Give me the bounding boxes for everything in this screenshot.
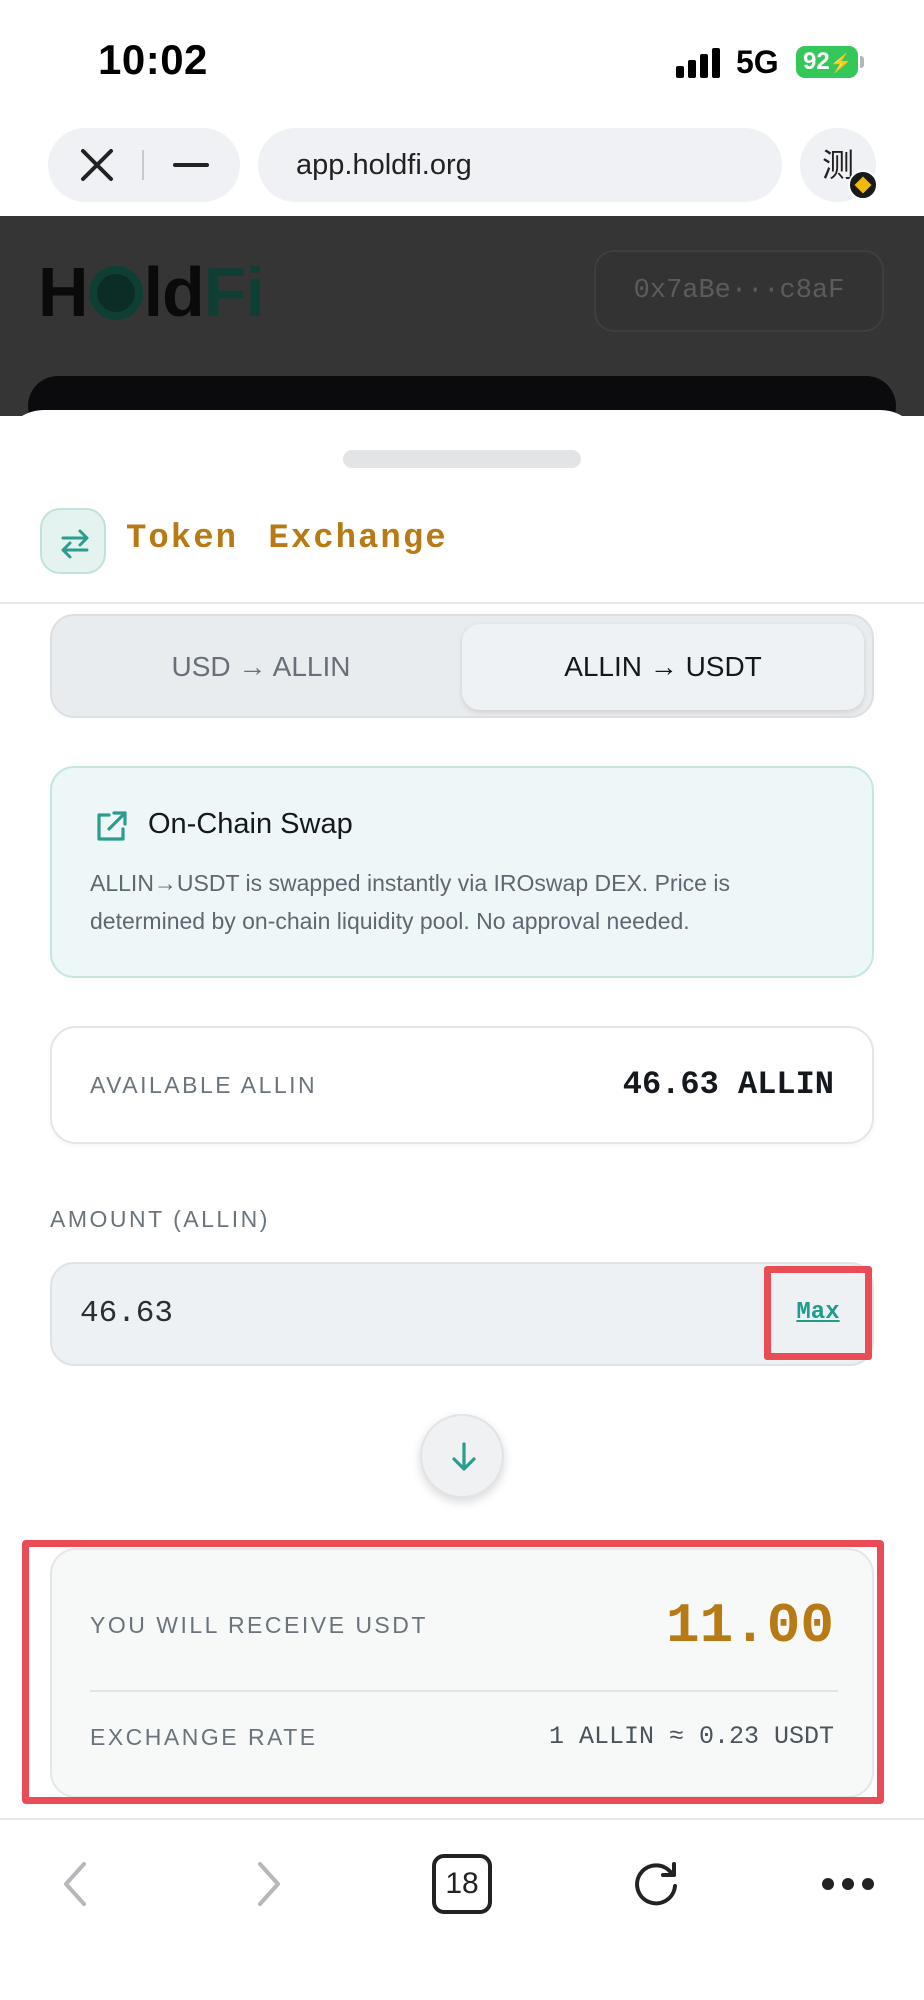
reload-icon <box>635 1862 677 1906</box>
info-title: On-Chain Swap <box>148 808 353 840</box>
sheet-header: Token Exchange <box>0 500 924 604</box>
amount-input[interactable]: 46.63 <box>50 1262 874 1366</box>
more-icon <box>822 1878 874 1890</box>
logo-fi: Fi <box>203 253 265 331</box>
back-button[interactable] <box>36 1834 116 1934</box>
available-value: 46.63 ALLIN <box>622 1066 834 1103</box>
sheet-handle[interactable] <box>343 450 581 468</box>
exchange-icon <box>40 508 106 574</box>
external-link-icon <box>97 811 127 841</box>
forward-button[interactable] <box>228 1834 308 1934</box>
browser-toolbar: 18 <box>0 1818 924 2000</box>
status-time: 10:02 <box>98 36 208 83</box>
available-balance: AVAILABLE ALLIN 46.63 ALLIN <box>50 1026 874 1144</box>
browser-bar: app.holdfi.org 测 <box>0 118 924 216</box>
close-button[interactable] <box>70 128 124 202</box>
back-icon <box>64 1862 86 1906</box>
sheet-title: Token Exchange <box>126 520 448 558</box>
arrow-down-icon <box>452 1442 476 1471</box>
available-label: AVAILABLE ALLIN <box>90 1072 318 1098</box>
network-type: 5G <box>736 44 779 80</box>
direction-tabs: USD → ALLIN ALLIN → USDT <box>50 614 874 718</box>
minimize-icon <box>173 163 209 167</box>
wallet-badge-icon <box>848 170 878 200</box>
window-controls <box>48 128 240 202</box>
url-bar[interactable]: app.holdfi.org <box>258 128 782 202</box>
tabs-button[interactable]: 18 <box>420 1834 504 1934</box>
swap-direction-button[interactable] <box>420 1414 504 1498</box>
status-bar: 10:02 5G 92⚡ <box>0 0 924 118</box>
battery-nub <box>860 56 864 68</box>
logo-h: H <box>38 253 89 331</box>
battery-icon: 92⚡ <box>796 46 858 78</box>
close-icon <box>81 149 113 181</box>
tab-allin-to-usdt[interactable]: ALLIN → USDT <box>462 624 864 710</box>
max-button[interactable]: Max <box>764 1266 872 1360</box>
forward-icon <box>258 1862 280 1906</box>
tabs-count: 18 <box>432 1854 492 1914</box>
tab-usd-to-allin[interactable]: USD → ALLIN <box>60 624 462 710</box>
logo-chip-icon <box>88 266 143 320</box>
background-page: HldFi 0x7aBe···c8aF <box>0 216 924 436</box>
wallet-address[interactable]: 0x7aBe···c8aF <box>594 250 884 332</box>
controls-divider <box>142 150 144 180</box>
signal-icon <box>676 46 724 78</box>
amount-label: AMOUNT (ALLIN) <box>50 1206 270 1232</box>
token-exchange-sheet: Token Exchange USD → ALLIN ALLIN → USDT … <box>0 410 924 1820</box>
info-text: ALLIN→USDT is swapped instantly via IROs… <box>90 870 730 934</box>
reload-button[interactable] <box>614 1834 698 1934</box>
minimize-button[interactable] <box>164 128 218 202</box>
battery-level: 92 <box>803 48 830 75</box>
on-chain-swap-info: On-Chain Swap ALLIN→USDT is swapped inst… <box>50 766 874 978</box>
holdfi-logo: HldFi <box>38 252 265 332</box>
receive-highlight <box>22 1540 884 1804</box>
more-button[interactable] <box>806 1834 890 1934</box>
logo-ld: ld <box>143 253 205 331</box>
